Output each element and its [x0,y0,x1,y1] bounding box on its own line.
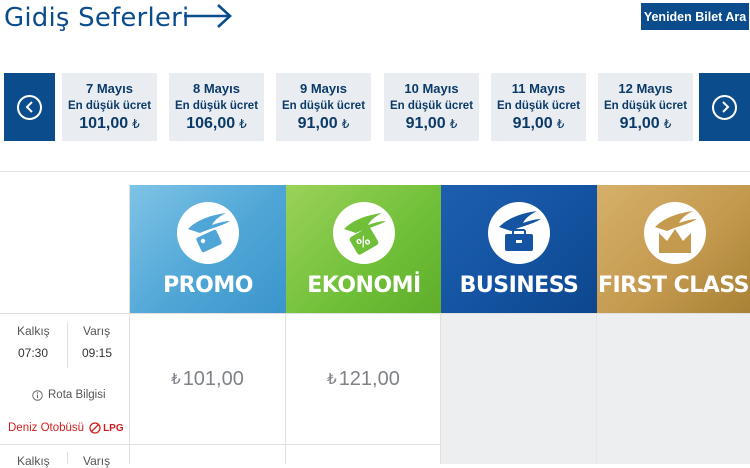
date-card-label: En düşük ücret [603,100,688,112]
date-card-price: 91,00 ₺ [512,115,565,132]
price-ekonomi[interactable]: ₺ 121,00 [286,314,441,444]
date-card-date: 12 Mayıs [618,81,673,96]
departure-time: 07:30 [18,346,49,360]
date-card[interactable]: 11 Mayıs En düşük ücret 91,00 ₺ [491,73,586,141]
date-card-label: En düşük ücret [281,100,366,112]
chevron-right-circle-icon [712,94,737,120]
date-card-price: 91,00 ₺ [619,115,672,132]
lira-icon: ₺ [663,117,672,131]
fare-class-business[interactable]: BUSINESS [441,185,597,313]
long-arrow-right-icon [184,4,232,28]
info-icon [32,389,43,401]
page-title: Gidiş Seferleri [4,3,190,33]
departure-label: Kalkış [17,324,50,338]
date-card-price: 106,00 ₺ [186,115,247,132]
date-card-date: 9 Mayıs [300,81,347,96]
lira-icon: ₺ [171,371,181,388]
section-divider [0,171,750,172]
price-amount: 121,00 [338,367,400,390]
re-search-button[interactable]: Yeniden Bilet Ara [641,3,749,30]
next-dates-button[interactable] [699,73,750,141]
date-strip: 7 Mayıs En düşük ücret 101,00 ₺ 8 Mayıs E… [0,72,750,142]
date-card[interactable]: 12 Mayıs En düşük ücret 91,00 ₺ [598,73,693,141]
arrival-label: Varış [83,324,111,338]
grid-divider [0,444,440,445]
fare-class-name: FIRST CLASS [597,273,750,298]
date-card-label: En düşük ücret [496,100,581,112]
time-divider [67,452,68,464]
price-business-unavailable [441,314,596,464]
lira-icon: ₺ [341,117,350,131]
price-promo[interactable]: ₺ 101,00 [130,314,285,444]
route-info-label: Rota Bilgisi [48,389,106,401]
grid-divider [596,314,597,464]
lpg-label: LPG [103,422,124,434]
time-divider [67,322,68,368]
fare-class-ekonomi[interactable]: % EKONOMİ [286,185,442,313]
date-card-label: En düşük ücret [67,100,152,112]
vehicle-info: Deniz Otobüsü LPG [8,422,124,434]
briefcase-icon [488,202,550,264]
prohibited-icon [89,422,101,434]
header: Gidiş Seferleri Yeniden Bilet Ara [0,0,750,40]
fare-class-promo[interactable]: PROMO [130,185,286,313]
price-first-class-unavailable [597,314,750,464]
departure-label: Kalkış [17,454,50,468]
no-lpg-badge: LPG [89,422,124,434]
date-card-price: 91,00 ₺ [297,115,350,132]
date-card-date: 10 Mayıs [404,81,459,96]
date-card[interactable]: 8 Mayıs En düşük ücret 106,00 ₺ [169,73,264,141]
fare-class-name: EKONOMİ [307,273,421,298]
crown-icon [644,202,706,264]
lira-icon: ₺ [327,371,337,388]
date-card-date: 11 Mayıs [511,81,566,96]
price-amount: 101,00 [182,367,244,390]
date-card-date: 7 Mayıs [86,81,133,96]
date-card-price: 91,00 ₺ [405,115,458,132]
route-info-link[interactable]: Rota Bilgisi [32,389,106,401]
arrival-time: 09:15 [82,346,113,360]
discount-percent-icon: % [333,202,395,264]
chevron-left-circle-icon [17,94,42,120]
lira-icon: ₺ [132,117,140,131]
date-card-label: En düşük ücret [389,100,474,112]
date-card[interactable]: 9 Mayıs En düşük ücret 91,00 ₺ [276,73,371,141]
prev-dates-button[interactable] [4,73,55,141]
date-card-price: 101,00 ₺ [79,115,140,132]
date-card[interactable]: 7 Mayıs En düşük ücret 101,00 ₺ [62,73,157,141]
date-card[interactable]: 10 Mayıs En düşük ücret 91,00 ₺ [384,73,479,141]
promo-tag-icon [177,202,239,264]
fare-class-name: BUSINESS [459,273,579,298]
lira-icon: ₺ [239,117,247,131]
vehicle-name: Deniz Otobüsü [8,422,85,434]
date-card-date: 8 Mayıs [193,81,240,96]
fare-class-first-class[interactable]: FIRST CLASS [597,185,750,313]
fare-class-name: PROMO [163,273,253,298]
lira-icon: ₺ [449,117,458,131]
arrival-label: Varış [83,454,111,468]
date-card-label: En düşük ücret [174,100,259,112]
lira-icon: ₺ [556,117,565,131]
